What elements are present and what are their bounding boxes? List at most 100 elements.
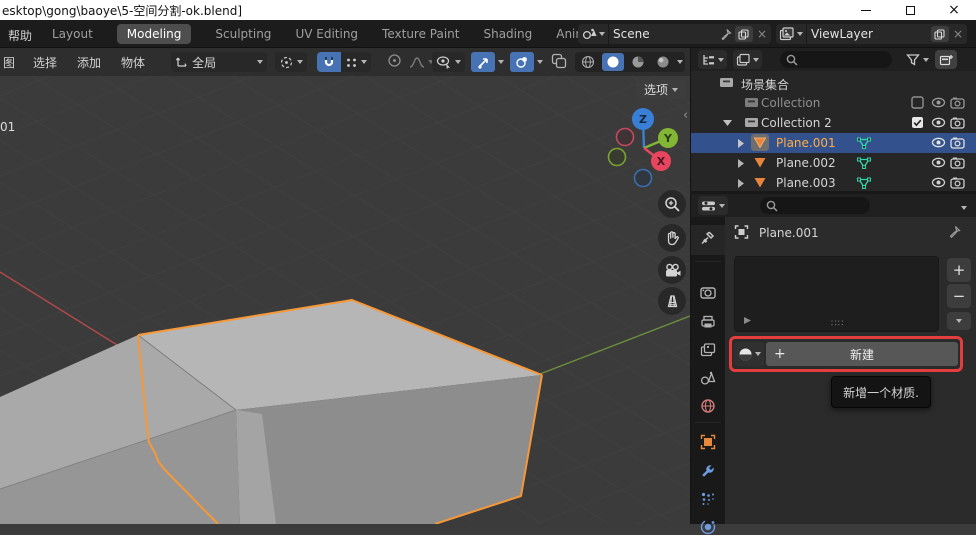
properties-search[interactable] bbox=[760, 197, 870, 214]
render-camera-icon[interactable] bbox=[950, 116, 965, 129]
unlink-scene-icon[interactable]: × bbox=[757, 27, 767, 41]
properties-search-input[interactable] bbox=[782, 199, 862, 212]
plane-002-row[interactable]: Plane.002 bbox=[691, 153, 976, 173]
menu-view[interactable]: 图 bbox=[3, 54, 15, 71]
hide-eye-icon[interactable] bbox=[931, 96, 946, 109]
panel-expand-icon[interactable] bbox=[743, 316, 752, 325]
gizmo-minus-z[interactable] bbox=[635, 170, 652, 187]
remove-material-slot-button[interactable]: − bbox=[947, 284, 971, 308]
material-specials-button[interactable] bbox=[947, 312, 971, 330]
exclude-checkbox-checked[interactable] bbox=[911, 116, 924, 129]
render-camera-icon[interactable] bbox=[950, 156, 965, 169]
pan-button[interactable] bbox=[658, 224, 686, 252]
3d-scene[interactable] bbox=[0, 76, 690, 524]
scene-name-field[interactable]: Scene × bbox=[609, 24, 771, 44]
plane-003-row[interactable]: Plane.003 bbox=[691, 173, 976, 193]
exclude-checkbox-empty[interactable] bbox=[911, 96, 924, 109]
new-material-button[interactable]: + 新建 bbox=[766, 342, 958, 366]
properties-options-dropdown[interactable] bbox=[961, 199, 967, 213]
tab-object[interactable] bbox=[700, 434, 716, 450]
tab-modifiers[interactable] bbox=[700, 463, 716, 479]
pivot-point-dropdown[interactable] bbox=[275, 52, 307, 72]
properties-editor-type-button[interactable] bbox=[698, 196, 728, 215]
shading-material-button[interactable] bbox=[627, 53, 649, 71]
filter-funnel-icon bbox=[906, 53, 920, 66]
workspace-tab-uv-editing[interactable]: UV Editing bbox=[295, 27, 358, 41]
xray-toggle[interactable] bbox=[549, 53, 569, 72]
menu-select[interactable]: 选择 bbox=[33, 54, 57, 71]
zoom-button[interactable] bbox=[658, 190, 686, 218]
hide-eye-icon[interactable] bbox=[931, 176, 946, 189]
close-button[interactable]: × bbox=[932, 0, 976, 20]
tab-tool[interactable] bbox=[700, 230, 716, 246]
remove-view-layer-icon[interactable]: × bbox=[953, 27, 963, 41]
plane-001-row[interactable]: Plane.001 bbox=[691, 133, 976, 153]
orthographic-toggle-button[interactable] bbox=[658, 287, 686, 315]
workspace-tab-sculpting[interactable]: Sculpting bbox=[215, 27, 271, 41]
render-camera-icon[interactable] bbox=[950, 96, 965, 109]
maximize-button[interactable] bbox=[888, 0, 932, 20]
browse-material-button[interactable] bbox=[734, 342, 764, 366]
tab-scene[interactable] bbox=[700, 370, 716, 386]
hide-eye-icon[interactable] bbox=[931, 136, 946, 149]
tab-physics[interactable] bbox=[700, 519, 716, 535]
new-scene-button[interactable] bbox=[735, 26, 753, 42]
collection-row[interactable]: Collection bbox=[691, 93, 976, 113]
material-slot-list[interactable]: ∷∷ bbox=[734, 256, 939, 332]
outliner-editor-type-button[interactable] bbox=[698, 50, 727, 69]
disclosure-closed-icon[interactable] bbox=[737, 159, 745, 168]
breadcrumb-object-name[interactable]: Plane.001 bbox=[759, 226, 819, 240]
new-view-layer-button[interactable] bbox=[931, 26, 949, 42]
add-material-slot-button[interactable]: + bbox=[947, 258, 971, 282]
tab-particles[interactable] bbox=[700, 491, 716, 507]
hide-eye-icon[interactable] bbox=[931, 116, 946, 129]
navigation-gizmo[interactable]: Z Y X bbox=[601, 93, 687, 193]
disclosure-closed-icon[interactable] bbox=[737, 179, 745, 188]
render-camera-icon[interactable] bbox=[950, 176, 965, 189]
new-collection-button[interactable] bbox=[935, 50, 957, 69]
shading-rendered-button[interactable] bbox=[652, 53, 674, 71]
workspace-tab-layout[interactable]: Layout bbox=[52, 27, 93, 41]
outliner-display-mode-button[interactable] bbox=[733, 50, 762, 69]
show-overlays-toggle[interactable] bbox=[510, 52, 534, 72]
selectability-visibility-dropdown[interactable] bbox=[432, 52, 465, 72]
3d-viewport[interactable]: 01 选项 ‹ Z Y X bbox=[0, 76, 690, 524]
outliner-search[interactable] bbox=[780, 51, 892, 68]
menu-object[interactable]: 物体 bbox=[121, 54, 145, 71]
camera-view-button[interactable] bbox=[658, 256, 686, 284]
hide-eye-icon[interactable] bbox=[931, 156, 946, 169]
pin-icon[interactable] bbox=[947, 225, 961, 239]
menu-help[interactable]: 帮助 bbox=[8, 27, 32, 44]
snap-toggle[interactable] bbox=[317, 52, 341, 72]
workspace-tab-shading[interactable]: Shading bbox=[483, 27, 532, 41]
workspace-tab-texture-paint[interactable]: Texture Paint bbox=[382, 27, 459, 41]
collection-2-row[interactable]: Collection 2 bbox=[691, 113, 976, 133]
resize-grip-icon[interactable]: ∷∷ bbox=[831, 319, 844, 329]
pin-icon[interactable] bbox=[719, 28, 732, 41]
shading-wireframe-button[interactable] bbox=[577, 53, 599, 71]
workspace-tab-modeling[interactable]: Modeling bbox=[117, 24, 192, 44]
proportional-editing-toggle[interactable] bbox=[383, 53, 405, 71]
tab-view-layer[interactable] bbox=[700, 342, 716, 358]
view-layer-name-field[interactable]: ViewLayer × bbox=[807, 24, 967, 44]
scene-browse-button[interactable] bbox=[578, 24, 609, 44]
disclosure-closed-icon[interactable] bbox=[737, 139, 745, 148]
minimize-button[interactable] bbox=[844, 0, 888, 20]
outliner-search-input[interactable] bbox=[802, 53, 882, 66]
gizmo-minus-x[interactable] bbox=[617, 129, 634, 146]
menu-add[interactable]: 添加 bbox=[77, 54, 101, 71]
scene-collection-row[interactable]: 场景集合 bbox=[691, 73, 976, 93]
transform-orientation-dropdown[interactable]: 全局 bbox=[171, 52, 267, 72]
disclosure-open-icon[interactable] bbox=[723, 119, 732, 127]
gizmo-minus-y[interactable] bbox=[609, 149, 626, 166]
tab-world[interactable] bbox=[700, 398, 716, 414]
filter-dropdown[interactable] bbox=[906, 53, 929, 66]
proportional-falloff-dropdown[interactable] bbox=[409, 55, 434, 69]
snap-settings-dropdown[interactable] bbox=[341, 52, 371, 72]
tab-render[interactable] bbox=[700, 285, 716, 301]
render-camera-icon[interactable] bbox=[950, 136, 965, 149]
tab-output[interactable] bbox=[700, 314, 716, 330]
show-gizmo-toggle[interactable] bbox=[471, 52, 495, 72]
view-layer-browse-button[interactable] bbox=[776, 24, 807, 44]
shading-solid-button[interactable] bbox=[602, 53, 624, 71]
